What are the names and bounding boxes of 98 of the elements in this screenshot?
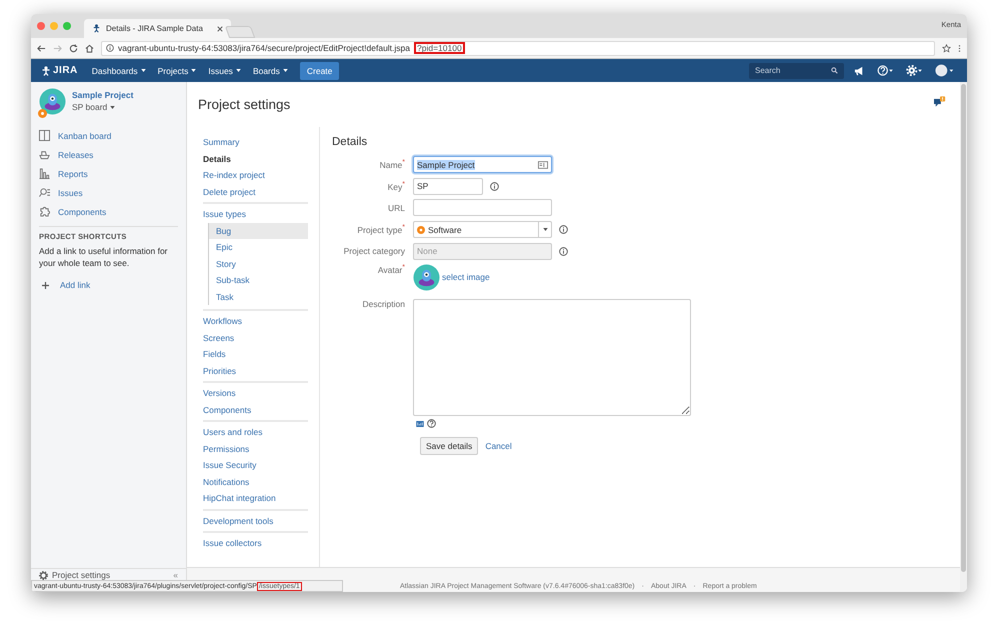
- info-icon[interactable]: [106, 44, 114, 52]
- help-icon[interactable]: [877, 65, 894, 76]
- address-field[interactable]: vagrant-ubuntu-trusty-64:53083/jira764/secure/project/EditProject!default.jspa ?pid=10100: [101, 40, 935, 56]
- software-icon: [417, 226, 425, 234]
- field-label: Project type$^{*}$: [356, 224, 406, 235]
- browser-tab[interactable]: Details - JIRA Sample Data: [84, 19, 231, 38]
- reload-icon[interactable]: [69, 44, 78, 52]
- field-label: URL: [386, 202, 406, 213]
- columns-icon: [39, 130, 50, 141]
- search-field[interactable]: Search: [749, 62, 844, 78]
- settings-nav-link[interactable]: Issue collectors: [203, 535, 308, 552]
- plus-icon: [42, 282, 49, 289]
- field-label: Avatar$^{*}$: [376, 264, 406, 275]
- caret-icon: [191, 69, 196, 72]
- bar-chart-icon: [39, 168, 50, 179]
- settings-nav-link[interactable]: Versions: [203, 385, 308, 402]
- sidebar-link[interactable]: Reports: [58, 168, 88, 178]
- boat-icon: [39, 149, 50, 160]
- board-switcher[interactable]: SP board: [72, 102, 134, 112]
- star-icon[interactable]: [942, 44, 951, 52]
- url-highlight: ?pid=10100: [414, 42, 465, 54]
- scrollbar-thumb[interactable]: [961, 84, 966, 572]
- info-icon[interactable]: [559, 225, 568, 234]
- nav-menu[interactable]: Boards: [246, 66, 294, 76]
- description-field[interactable]: [413, 298, 691, 416]
- issue-type-link[interactable]: Sub-task: [209, 272, 308, 288]
- app-logo[interactable]: JIRA: [41, 65, 78, 76]
- nav-menu[interactable]: Projects: [152, 66, 202, 76]
- avatar-icon[interactable]: [935, 64, 955, 77]
- info-icon[interactable]: [490, 182, 499, 191]
- settings-nav-link[interactable]: Components: [203, 402, 308, 418]
- project-avatar-icon: [39, 88, 66, 115]
- settings-nav-link[interactable]: Workflows: [203, 313, 308, 330]
- chat-notification-icon[interactable]: [934, 96, 946, 107]
- figure-icon: [92, 24, 101, 33]
- field-label: Project category: [342, 246, 406, 256]
- wiki-markup-icon[interactable]: [416, 420, 424, 427]
- shortcuts-description: Add a link to useful information for your whole team to see.: [39, 245, 169, 270]
- contact-card-icon[interactable]: [538, 160, 548, 169]
- settings-nav-link[interactable]: Users and roles: [203, 424, 308, 440]
- gear-icon: [39, 570, 48, 580]
- text-field[interactable]: Sample Project: [413, 156, 552, 174]
- settings-nav-link[interactable]: Delete project: [203, 184, 308, 200]
- figure-icon: [41, 66, 51, 76]
- issue-type-link[interactable]: Epic: [209, 239, 308, 256]
- sidebar-link[interactable]: Kanban board: [58, 130, 112, 140]
- settings-nav-link[interactable]: Summary: [203, 134, 308, 150]
- settings-nav-link[interactable]: Notifications: [203, 474, 308, 490]
- settings-nav-link[interactable]: Re-index project: [203, 167, 308, 184]
- cancel-link[interactable]: Cancel: [485, 440, 512, 451]
- collapse-sidebar-button[interactable]: «: [173, 570, 178, 580]
- settings-icon[interactable]: [906, 65, 923, 76]
- settings-nav-link[interactable]: Screens: [203, 330, 308, 346]
- text-field[interactable]: SP: [413, 178, 483, 195]
- caret-icon: [542, 228, 548, 232]
- project-type-select[interactable]: Software: [413, 221, 552, 238]
- home-icon[interactable]: [85, 44, 94, 52]
- settings-nav-link[interactable]: Permissions: [203, 440, 308, 457]
- project-avatar-icon[interactable]: [413, 264, 440, 291]
- create-button[interactable]: Create: [300, 62, 340, 80]
- field-label: Name$^{*}$: [378, 159, 406, 170]
- settings-nav-link[interactable]: Issue types: [203, 206, 308, 222]
- issue-type-link[interactable]: Bug: [209, 222, 308, 239]
- help-icon[interactable]: [427, 419, 436, 428]
- add-link[interactable]: Add link: [60, 280, 90, 290]
- settings-nav-link[interactable]: Development tools: [203, 512, 308, 529]
- close-tab-icon[interactable]: [217, 26, 223, 32]
- field-label: Key$^{*}$: [386, 180, 406, 192]
- field-label: Description: [361, 298, 406, 309]
- text-field[interactable]: [413, 199, 552, 216]
- sidebar-link[interactable]: Components: [58, 206, 106, 216]
- search-list-icon: [39, 187, 50, 198]
- megaphone-icon[interactable]: [854, 66, 865, 76]
- issue-type-link[interactable]: Task: [209, 288, 308, 305]
- page-title: Project settings: [198, 97, 290, 112]
- section-title: Details: [332, 136, 368, 148]
- issue-type-link[interactable]: Story: [209, 256, 308, 272]
- settings-nav-link[interactable]: Details: [203, 150, 308, 167]
- caret-icon: [236, 69, 241, 72]
- menu-icon[interactable]: [958, 44, 961, 52]
- project-settings-link[interactable]: Project settings: [52, 570, 110, 580]
- settings-nav-link[interactable]: Issue Security: [203, 457, 308, 474]
- caret-icon: [282, 69, 288, 72]
- select-image-link[interactable]: select image: [442, 272, 490, 282]
- settings-nav-link[interactable]: Fields: [203, 346, 308, 362]
- puzzle-icon: [39, 206, 50, 217]
- back-icon[interactable]: [37, 44, 46, 52]
- caret-icon: [140, 69, 146, 72]
- settings-nav-link[interactable]: Priorities: [203, 362, 308, 379]
- software-badge-icon: [38, 109, 47, 118]
- settings-nav-link[interactable]: HipChat integration: [203, 490, 308, 506]
- sidebar-link[interactable]: Issues: [58, 188, 83, 198]
- nav-menu[interactable]: Dashboards: [86, 66, 152, 76]
- sidebar-link[interactable]: Releases: [58, 150, 94, 160]
- caret-icon: [110, 106, 116, 108]
- project-name-link[interactable]: Sample Project: [72, 90, 134, 100]
- save-details-button[interactable]: Save details: [420, 436, 478, 455]
- nav-menu[interactable]: Issues: [202, 66, 247, 76]
